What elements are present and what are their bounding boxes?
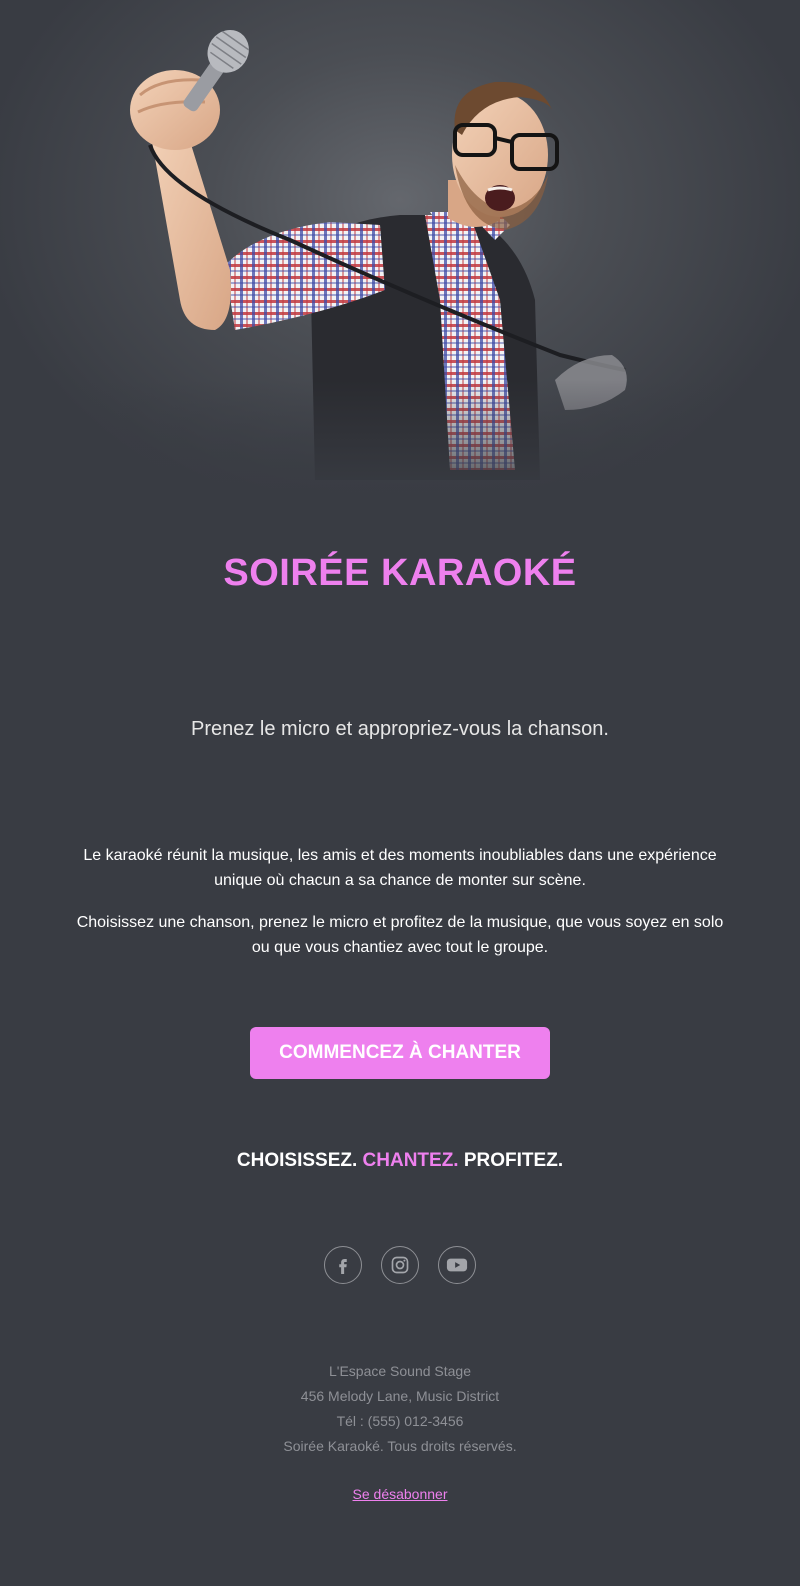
facebook-icon (339, 1259, 347, 1274)
slogan-part-1: CHOISISSEZ. (236, 1150, 358, 1171)
unsubscribe-link[interactable]: Se désabonner (353, 1486, 448, 1502)
page-title: SOIRÉE KARAOKÉ (223, 552, 577, 594)
slogan-part-3: PROFITEZ. (463, 1150, 564, 1171)
venue-phone: Tél : (555) 012-3456 (336, 1413, 464, 1429)
start-singing-button[interactable]: COMMENCEZ À CHANTER (250, 1027, 550, 1079)
instagram-link[interactable] (381, 1246, 419, 1284)
youtube-icon (446, 1258, 468, 1272)
unsubscribe-container: Se désabonner (0, 1486, 800, 1502)
instagram-icon (391, 1256, 409, 1274)
details-paragraph: Choisissez une chanson, prenez le micro … (76, 914, 724, 956)
copyright-text: Soirée Karaoké. Tous droits réservés. (283, 1438, 517, 1454)
intro-paragraph: Le karaoké réunit la musique, les amis e… (83, 847, 717, 889)
youtube-link[interactable] (438, 1246, 476, 1284)
facebook-link[interactable] (324, 1246, 362, 1284)
hero-image (0, 0, 800, 500)
venue-address: 456 Melody Lane, Music District (300, 1388, 500, 1404)
slogan-part-2: CHANTEZ. (362, 1150, 459, 1171)
slogan: CHOISISSEZ. CHANTEZ. PROFITEZ. (0, 1150, 800, 1172)
subtitle: Prenez le micro et appropriez-vous la ch… (191, 718, 609, 740)
social-links (0, 1246, 800, 1284)
footer: L'Espace Sound Stage 456 Melody Lane, Mu… (0, 1359, 800, 1459)
venue-name: L'Espace Sound Stage (328, 1363, 471, 1379)
